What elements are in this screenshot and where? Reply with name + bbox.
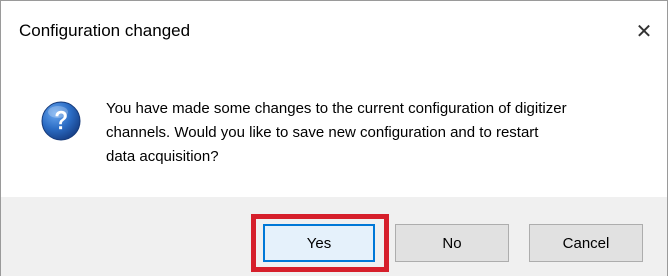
dialog-message: You have made some changes to the curren… (106, 97, 646, 169)
dialog-footer: Yes No Cancel (1, 197, 667, 276)
yes-button[interactable]: Yes (263, 224, 375, 262)
message-line: You have made some changes to the curren… (106, 100, 567, 117)
dialog-title: Configuration changed (19, 21, 191, 40)
dialog-body: You have made some changes to the curren… (1, 57, 667, 195)
title-bar: Configuration changed ✕ (1, 1, 667, 57)
question-icon (41, 101, 81, 141)
close-icon: ✕ (635, 20, 653, 43)
no-button[interactable]: No (395, 224, 509, 262)
cancel-button[interactable]: Cancel (529, 224, 643, 262)
message-line: channels. Would you like to save new con… (106, 124, 539, 141)
message-line: data acquisition? (106, 148, 219, 165)
close-button[interactable]: ✕ (621, 11, 667, 51)
configuration-changed-dialog: Configuration changed ✕ You have made so… (0, 0, 668, 276)
